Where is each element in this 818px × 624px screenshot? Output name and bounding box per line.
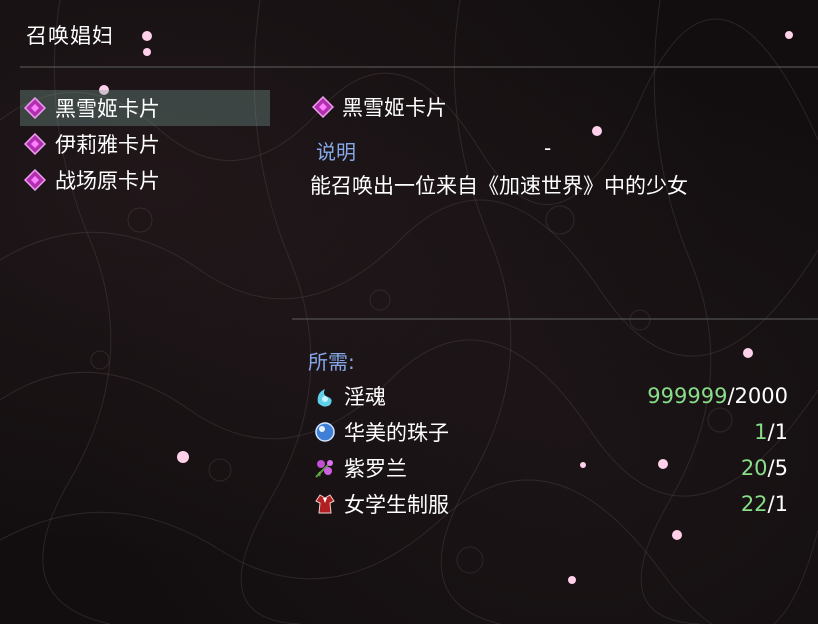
title-divider (20, 66, 818, 68)
requirement-name: 华美的珠子 (344, 421, 449, 445)
requirements-divider (292, 318, 818, 320)
card-icon (24, 97, 46, 119)
card-list: 黑雪姬卡片 伊莉雅卡片 战场原卡片 (20, 90, 270, 198)
requirement-name: 淫魂 (344, 385, 386, 409)
card-icon (312, 96, 334, 118)
requirement-separator: / (767, 420, 775, 444)
requirement-name: 女学生制服 (344, 493, 449, 517)
card-item-label: 伊莉雅卡片 (55, 133, 160, 157)
requirement-need: 1 (774, 420, 788, 444)
requirement-need: 5 (774, 456, 788, 480)
description-dash: - (544, 136, 552, 160)
window-title: 召唤娼妇 (26, 24, 114, 48)
requirements-list: 淫魂 999999/2000 华美的珠子 1/1 紫罗兰 20/5 女学生制服 … (312, 378, 788, 522)
requirement-have: 999999 (647, 384, 728, 408)
card-item-label: 黑雪姬卡片 (55, 97, 160, 121)
requirement-have: 20 (740, 456, 768, 480)
soul-icon (312, 383, 338, 409)
requirement-need: 2000 (734, 384, 788, 408)
requirement-row: 紫罗兰 20/5 (312, 450, 788, 486)
description-text: 能召唤出一位来自《加速世界》中的少女 (310, 174, 688, 198)
requirement-have: 22 (740, 492, 768, 516)
uniform-icon (312, 491, 338, 517)
violet-icon (312, 455, 338, 481)
description-label: 说明 (316, 140, 356, 164)
requirement-name: 紫罗兰 (344, 457, 407, 481)
requirement-row: 女学生制服 22/1 (312, 486, 788, 522)
detail-title: 黑雪姬卡片 (312, 92, 447, 122)
requirement-have: 1 (754, 420, 768, 444)
requirements-label: 所需: (308, 350, 355, 374)
requirement-separator: / (767, 456, 775, 480)
card-icon (24, 133, 46, 155)
requirement-separator: / (767, 492, 775, 516)
detail-name: 黑雪姬卡片 (342, 96, 447, 120)
card-item-kuroyukihime[interactable]: 黑雪姬卡片 (20, 90, 270, 126)
card-icon (24, 169, 46, 191)
requirement-row: 淫魂 999999/2000 (312, 378, 788, 414)
requirement-separator: / (727, 384, 735, 408)
orb-icon (312, 419, 338, 445)
card-item-senjougahara[interactable]: 战场原卡片 (20, 162, 270, 198)
card-item-label: 战场原卡片 (55, 169, 160, 193)
card-item-illya[interactable]: 伊莉雅卡片 (20, 126, 270, 162)
requirement-need: 1 (774, 492, 788, 516)
requirement-row: 华美的珠子 1/1 (312, 414, 788, 450)
